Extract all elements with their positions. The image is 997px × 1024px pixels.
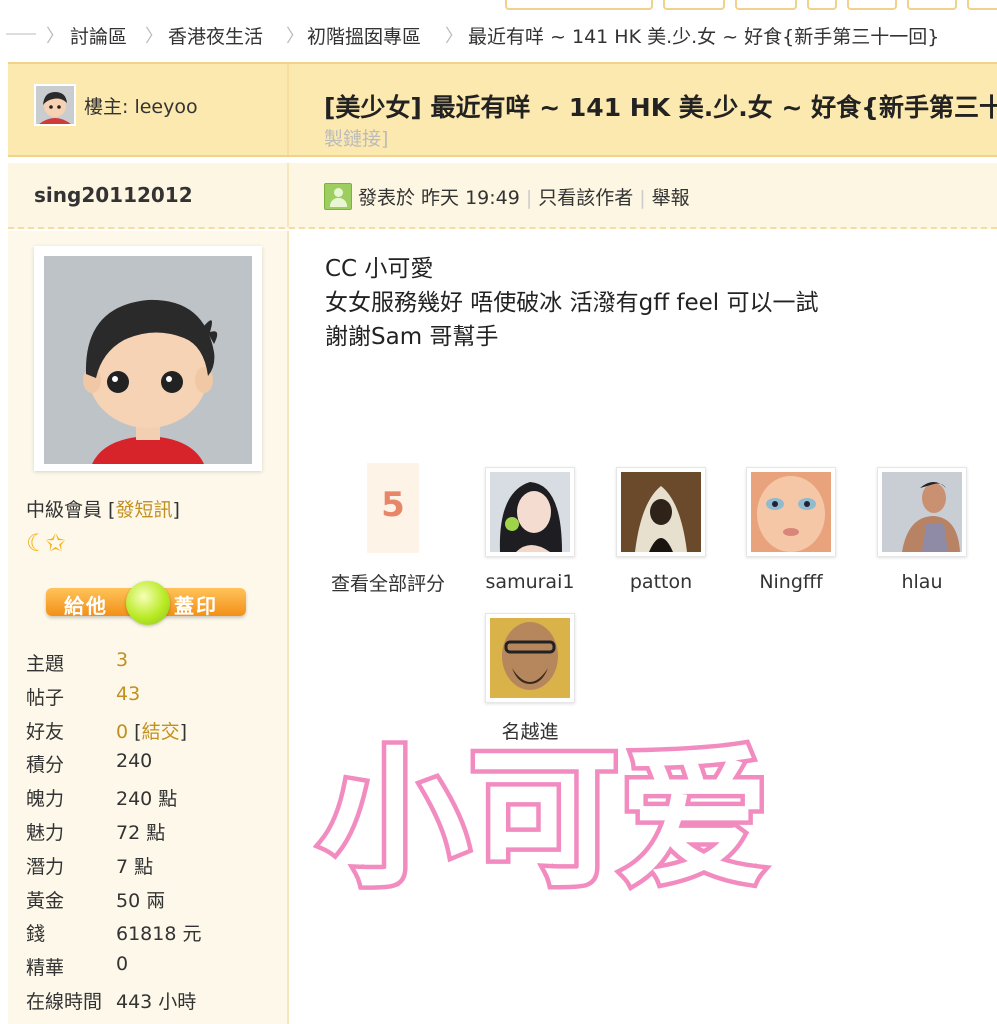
post-line: 謝謝Sam 哥幫手 <box>325 324 499 350</box>
stat-row: 帖子 43 <box>26 683 281 717</box>
toolbar-button[interactable] <box>907 0 957 10</box>
divider <box>287 163 289 227</box>
stat-row: 黃金 50 兩 <box>26 886 281 920</box>
view-all-ratings-link[interactable]: 查看全部評分 <box>331 569 445 596</box>
stat-label: 精華 <box>26 957 65 980</box>
post-content: CC 小可愛 女女服務幾好 唔使破冰 活潑有gff feel 可以一試 謝謝Sa… <box>289 231 997 1024</box>
stat-label: 好友 <box>26 720 65 743</box>
rater-name[interactable]: patton <box>596 571 726 593</box>
stamp-ball-icon <box>126 581 170 625</box>
stat-value: 443 小時 <box>116 990 197 1013</box>
stat-value: 240 點 <box>116 788 178 811</box>
stat-value: 61818 元 <box>116 923 202 946</box>
home-icon[interactable] <box>6 33 36 35</box>
stat-row: 精華 0 <box>26 953 281 987</box>
member-level: 中級會員 [發短訊] <box>26 495 180 522</box>
toolbar-button[interactable] <box>847 0 897 10</box>
stamp-text: 小可爱 <box>319 733 769 901</box>
breadcrumb-link-nightlife[interactable]: 香港夜生活 <box>168 22 263 49</box>
stat-row: 好友 0 [結交] <box>26 717 281 751</box>
toolbar-button[interactable] <box>663 0 725 10</box>
author-sidebar: 中級會員 [發短訊] ☾✩ 給他 蓋印 主題 3 帖子 43 好友 0 [結交] 積分… <box>8 231 287 1024</box>
top-toolbar <box>505 0 997 10</box>
breadcrumb-link-forum[interactable]: 討論區 <box>70 22 127 49</box>
post-meta: 發表於 昨天 19:49 | 只看該作者 | 舉報 <box>358 187 690 209</box>
breadcrumb-link-section[interactable]: 初階搵囡專區 <box>307 22 421 49</box>
stat-value: 0 <box>116 953 129 976</box>
stat-label: 帖子 <box>26 686 65 709</box>
online-user-icon <box>324 183 352 210</box>
rating-count: 5 <box>381 485 405 525</box>
stat-label: 魄力 <box>26 788 65 811</box>
rater-avatar[interactable] <box>485 613 575 703</box>
friend-count[interactable]: 0 <box>116 721 128 743</box>
rater-avatar[interactable] <box>616 467 706 557</box>
rating-count-box[interactable]: 5 <box>367 463 419 553</box>
author-avatar[interactable] <box>44 256 252 464</box>
rater-name[interactable]: Ningfff <box>726 571 856 593</box>
stat-label: 魅力 <box>26 821 65 844</box>
stat-row: 魅力 72 點 <box>26 818 281 852</box>
post-line: CC 小可愛 <box>325 256 434 282</box>
stat-row: 積分 240 <box>26 750 281 784</box>
author-stats: 主題 3 帖子 43 好友 0 [結交] 積分 240 魄力 240 點 魅力 72 點 潛… <box>26 649 281 1021</box>
rater-avatar[interactable] <box>485 467 575 557</box>
stamp-right-label: 蓋印 <box>174 594 218 618</box>
author-avatar-frame <box>34 246 262 471</box>
stat-label: 錢 <box>26 923 46 946</box>
thread-header: 樓主: leeyoo [美少女] 最近有咩 ~ 141 HK 美.少.女 ~ 好… <box>8 62 997 157</box>
stat-row: 主題 3 <box>26 649 281 683</box>
post-author[interactable]: sing20112012 <box>34 183 193 207</box>
make-friend-link[interactable]: 結交 <box>142 721 180 743</box>
toolbar-button[interactable] <box>967 0 997 10</box>
post-line: 女女服務幾好 唔使破冰 活潑有gff feel 可以一試 <box>325 290 819 316</box>
stat-row: 潛力 7 點 <box>26 852 281 886</box>
stat-label: 積分 <box>26 754 65 777</box>
give-stamp-button[interactable]: 給他 蓋印 <box>46 581 246 625</box>
stat-row: 魄力 240 點 <box>26 784 281 818</box>
stat-value: 240 <box>116 750 153 773</box>
member-level-label: 中級會員 [ <box>26 499 116 521</box>
bracket: ] <box>172 499 180 521</box>
only-author-link[interactable]: 只看該作者 <box>538 187 633 209</box>
stat-label: 主題 <box>26 653 65 675</box>
breadcrumb-current: 最近有咩 ~ 141 HK 美.少.女 ~ 好食{新手第三十一回} <box>468 26 940 48</box>
toolbar-button[interactable] <box>735 0 797 10</box>
post-header: sing20112012 發表於 昨天 19:49 | 只看該作者 | 舉報 <box>8 163 997 229</box>
rater-name[interactable]: samurai1 <box>465 571 595 593</box>
rank-moon-star-icon: ☾✩ <box>26 529 66 557</box>
stat-row: 在線時間 443 小時 <box>26 987 281 1021</box>
chevron-right-icon: 〉 <box>445 26 463 47</box>
toolbar-button[interactable] <box>807 0 837 10</box>
chevron-right-icon: 〉 <box>286 26 304 47</box>
chevron-right-icon: 〉 <box>46 26 64 47</box>
divider <box>287 64 289 155</box>
thread-owner[interactable]: 樓主: leeyoo <box>84 92 198 119</box>
rater-avatar[interactable] <box>746 467 836 557</box>
report-link[interactable]: 舉報 <box>652 187 690 209</box>
stamp-overlay: 小可爱 <box>309 729 789 912</box>
rater-avatar[interactable] <box>877 467 967 557</box>
stamp-left-label: 給他 <box>64 594 108 618</box>
stat-value: 0 [結交] <box>116 720 187 743</box>
stat-label: 黃金 <box>26 889 65 912</box>
breadcrumb: 〉 討論區 〉 香港夜生活 〉 初階搵囡專區 〉 最近有咩 ~ 141 HK 美… <box>0 20 997 54</box>
stat-value: 50 兩 <box>116 889 166 912</box>
send-pm-link[interactable]: 發短訊 <box>115 499 172 521</box>
copy-link[interactable]: 製鏈接] <box>324 124 388 151</box>
stat-value: 72 點 <box>116 821 166 844</box>
post-timestamp: 發表於 昨天 19:49 <box>358 187 520 209</box>
stat-label: 潛力 <box>26 855 65 878</box>
thread-title: [美少女] 最近有咩 ~ 141 HK 美.少.女 ~ 好食{新手第三十 <box>324 93 997 122</box>
owner-avatar[interactable] <box>34 84 76 126</box>
stat-value[interactable]: 43 <box>116 683 140 705</box>
toolbar-button[interactable] <box>505 0 653 10</box>
chevron-right-icon: 〉 <box>145 26 163 47</box>
stat-row: 錢 61818 元 <box>26 919 281 953</box>
rater-name[interactable]: hlau <box>857 571 987 593</box>
stat-value: 7 點 <box>116 855 154 878</box>
stat-label: 在線時間 <box>26 990 103 1013</box>
stat-value[interactable]: 3 <box>116 649 128 671</box>
